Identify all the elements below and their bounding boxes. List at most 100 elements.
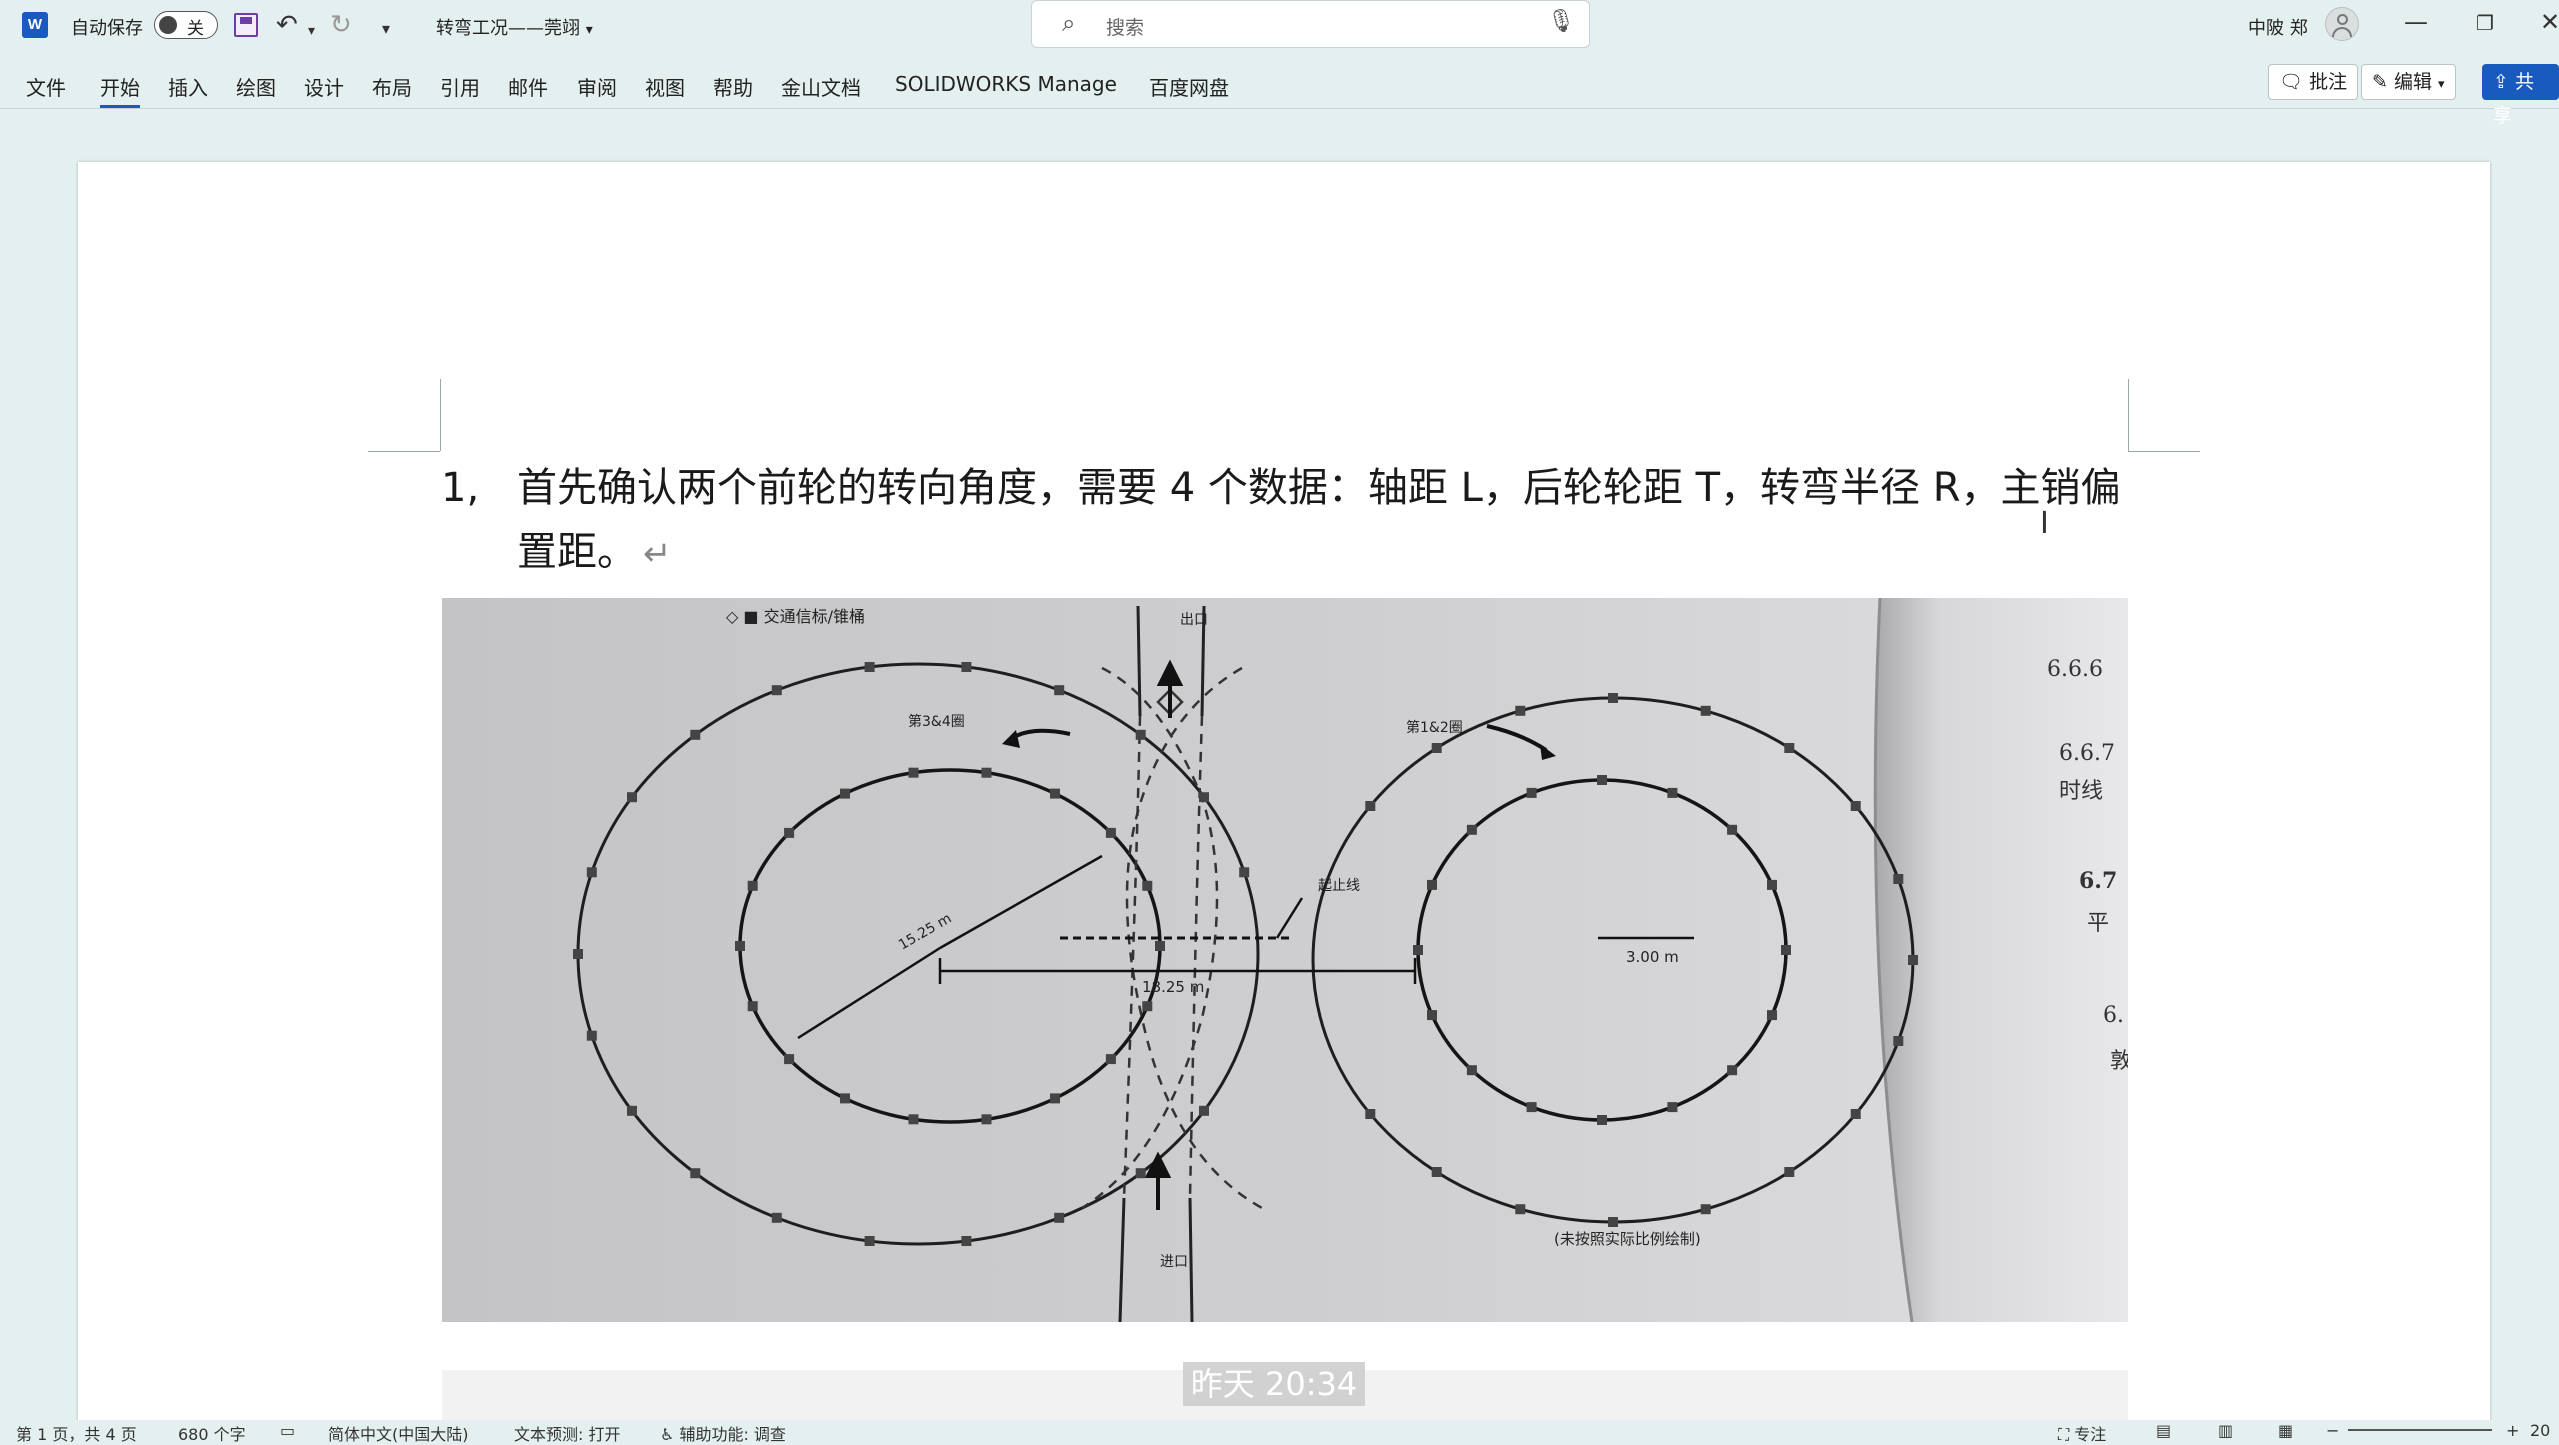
traffic-cone <box>840 1093 850 1104</box>
figure-eight-track-photo[interactable]: ◇ ■ 交通信标/锥桶 出口 进口 第3&4圈 第1&2圈 起止线 15.25 … <box>442 598 2128 1322</box>
traffic-cone <box>573 949 583 959</box>
accessibility-status[interactable]: ♿ 辅助功能: 调查 <box>660 1421 786 1445</box>
traffic-cone <box>784 827 795 838</box>
autosave-toggle[interactable]: 关 <box>154 11 218 39</box>
zoom-in-icon[interactable]: + <box>2506 1421 2519 1440</box>
tab-baidu-netdisk[interactable]: 百度网盘 <box>1149 72 1229 101</box>
margin-mark-left-h <box>368 451 440 452</box>
close-icon[interactable]: ✕ <box>2540 8 2559 36</box>
customize-toolbar-icon[interactable]: ▾ <box>382 14 390 44</box>
document-title[interactable]: 转弯工况——莞翊 ▾ <box>436 14 593 40</box>
traffic-cone <box>864 662 875 672</box>
word-count[interactable]: 680 个字 <box>178 1421 246 1445</box>
accessibility-label: 辅助功能: 调查 <box>679 1425 786 1444</box>
toggle-knob <box>159 16 177 34</box>
traffic-cone <box>1135 1168 1146 1179</box>
zoom-slider[interactable] <box>2348 1429 2492 1431</box>
side-text-2: 6.6.7 <box>2059 741 2115 766</box>
traffic-cone <box>864 1236 875 1246</box>
tab-view[interactable]: 视图 <box>645 72 685 101</box>
traffic-cone <box>1155 941 1165 951</box>
edit-mode-button[interactable]: ✎ 编辑 ▾ <box>2361 64 2456 100</box>
lane-width-label: 3.00 m <box>1626 948 1679 966</box>
traffic-cone <box>1466 1065 1477 1076</box>
tab-draw[interactable]: 绘图 <box>236 72 276 101</box>
scale-note: (未按照实际比例绘制) <box>1554 1230 1701 1248</box>
undo-icon[interactable]: ↶ <box>276 10 298 40</box>
traffic-cone <box>1515 705 1526 716</box>
tab-design[interactable]: 设计 <box>304 72 344 101</box>
edit-button-label: 编辑 <box>2393 71 2432 93</box>
traffic-cone <box>1105 827 1116 838</box>
traffic-cone <box>784 1054 795 1065</box>
redo-icon[interactable]: ↻ <box>330 10 352 40</box>
zoom-out-icon[interactable]: − <box>2326 1421 2339 1440</box>
side-text-7: 敦 <box>2110 1049 2128 1074</box>
text-prediction[interactable]: 文本预测: 打开 <box>514 1421 620 1445</box>
share-button[interactable]: ⇪ 共享 <box>2482 64 2559 127</box>
tab-layout[interactable]: 布局 <box>372 72 412 101</box>
traffic-cone <box>1054 1212 1065 1223</box>
traffic-cone <box>735 941 745 951</box>
traffic-cone <box>1142 880 1153 891</box>
lap-left-label: 第3&4圈 <box>908 713 965 730</box>
proofing-icon[interactable]: ▭ <box>280 1421 295 1440</box>
traffic-cone <box>961 1236 972 1246</box>
traffic-cone <box>1784 743 1795 753</box>
user-name[interactable]: 中陂 郑 <box>2248 14 2308 40</box>
print-layout-icon[interactable]: ▥ <box>2218 1421 2233 1440</box>
traffic-cone <box>1526 1102 1537 1113</box>
search-box[interactable]: ⌕ 搜索 🎙 <box>1031 0 1590 48</box>
traffic-cone <box>1431 743 1442 753</box>
traffic-cone <box>1105 1054 1116 1065</box>
tab-file[interactable]: 文件 <box>26 72 66 101</box>
tab-solidworks-manage[interactable]: SOLIDWORKS Manage <box>895 72 1117 96</box>
timestamp-overlay: 昨天 20:34 <box>1183 1362 1365 1406</box>
avatar[interactable] <box>2325 7 2359 41</box>
focus-label: 专注 <box>2074 1425 2107 1444</box>
traffic-cone <box>1893 874 1904 884</box>
traffic-cone <box>690 729 701 740</box>
tab-references[interactable]: 引用 <box>440 72 480 101</box>
language-indicator[interactable]: 简体中文(中国大陆) <box>328 1421 469 1445</box>
tab-kingsoft-docs[interactable]: 金山文档 <box>781 72 861 101</box>
status-bar: 第 1 页，共 4 页 680 个字 ▭ 简体中文(中国大陆) 文本预测: 打开… <box>0 1420 2559 1444</box>
word-app-icon[interactable]: W <box>22 12 48 38</box>
zoom-level[interactable]: 20 <box>2530 1421 2550 1440</box>
read-mode-icon[interactable]: ▤ <box>2156 1421 2171 1440</box>
microphone-icon[interactable]: 🎙 <box>1547 9 1575 34</box>
title-bar: W 自动保存 关 ↶ ▾ ↻ ▾ 转弯工况——莞翊 ▾ ⌕ 搜索 🎙 中陂 郑 … <box>0 0 2559 52</box>
traffic-cone <box>1050 788 1060 799</box>
lap-right-label: 第1&2圈 <box>1406 719 1463 736</box>
tab-home[interactable]: 开始 <box>100 72 140 108</box>
focus-mode[interactable]: ⛶ 专注 <box>2058 1421 2106 1445</box>
margin-mark-left-v <box>440 379 441 451</box>
minimize-icon[interactable]: — <box>2404 8 2428 36</box>
comment-button[interactable]: 🗨 批注 <box>2268 64 2359 100</box>
traffic-cone <box>1427 879 1437 890</box>
entry-lane-right <box>1188 1197 1194 1322</box>
tab-review[interactable]: 审阅 <box>577 72 617 101</box>
tab-mailings[interactable]: 邮件 <box>508 72 548 101</box>
paragraph-mark-icon: ↵ <box>643 534 672 574</box>
side-text-6: 6. <box>2103 1003 2124 1028</box>
restore-icon[interactable]: ❐ <box>2476 11 2494 35</box>
save-icon[interactable] <box>234 13 258 37</box>
side-text-4: 6.7 <box>2079 868 2117 894</box>
tab-insert[interactable]: 插入 <box>168 72 208 101</box>
list-number: 1, <box>441 465 480 511</box>
traffic-cone <box>908 767 919 778</box>
traffic-cone <box>1427 1010 1437 1021</box>
track-diagram: ◇ ■ 交通信标/锥桶 出口 进口 第3&4圈 第1&2圈 起止线 15.25 … <box>442 598 2128 1322</box>
web-layout-icon[interactable]: ▦ <box>2278 1421 2293 1440</box>
traffic-cone <box>1667 787 1678 798</box>
tab-help[interactable]: 帮助 <box>713 72 753 101</box>
traffic-cone <box>1700 1204 1711 1215</box>
undo-dropdown-icon[interactable]: ▾ <box>308 16 315 46</box>
chevron-down-icon: ▾ <box>585 22 593 38</box>
page-count[interactable]: 第 1 页，共 4 页 <box>16 1421 137 1445</box>
traffic-cone <box>908 1114 919 1125</box>
traffic-cone <box>1431 1167 1442 1177</box>
traffic-cone <box>1727 824 1738 835</box>
entry-label: 进口 <box>1160 1254 1188 1270</box>
